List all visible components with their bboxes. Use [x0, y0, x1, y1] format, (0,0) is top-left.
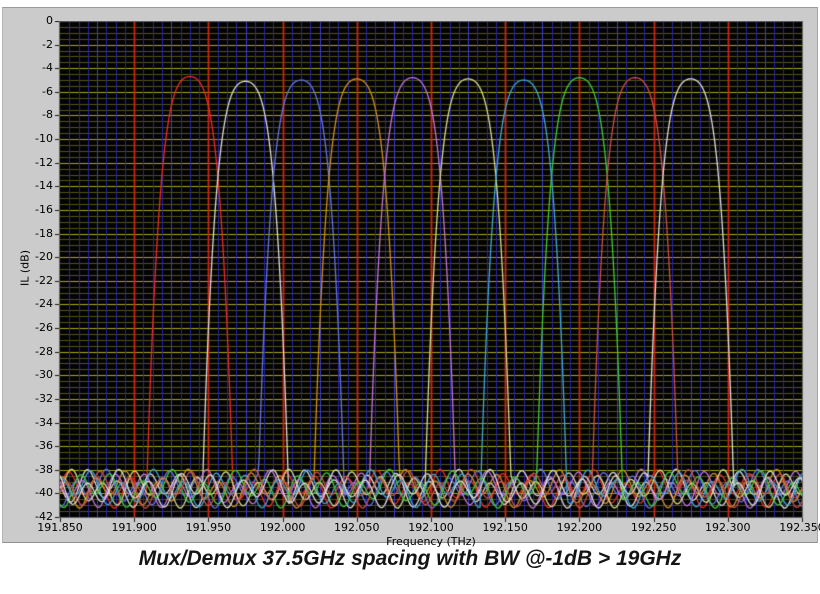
x-tick-label: 191.950 — [185, 521, 232, 534]
y-tick-label: -38 — [35, 462, 53, 476]
y-tick-label: -24 — [35, 297, 53, 311]
y-tick-label: -34 — [35, 415, 53, 429]
figure-caption: Mux/Demux 37.5GHz spacing with BW @-1dB … — [138, 547, 682, 570]
y-tick-label: -28 — [35, 344, 53, 358]
y-tick-label: -8 — [42, 108, 53, 122]
y-tick-label: 0 — [46, 14, 53, 27]
x-tick-label: 192.350 — [779, 521, 820, 534]
y-tick-label: -20 — [35, 250, 53, 264]
y-tick-label: -12 — [35, 155, 53, 169]
y-tick-label: -10 — [35, 132, 53, 146]
screenshot-root: IL (dB) 0 -2 -4 -6 -8 -10 -12 -14 -16 -18 -20 -22 -2… — [0, 0, 820, 594]
x-tick-label: 191.850 — [37, 521, 83, 534]
y-tick-label: -36 — [35, 439, 53, 453]
x-tick-label: 192.300 — [705, 521, 751, 534]
x-tick-label: 192.250 — [630, 521, 677, 534]
y-tick-label: -16 — [35, 202, 53, 216]
x-tick-label: 192.100 — [408, 521, 454, 534]
y-tick-label: -18 — [35, 226, 53, 240]
x-tick-label: 192.200 — [556, 521, 603, 534]
y-tick-label: -14 — [35, 179, 53, 193]
graph-plot-area[interactable] — [48, 21, 810, 523]
y-tick-label: -30 — [35, 368, 53, 382]
y-tick-label: -40 — [35, 486, 53, 500]
instrument-panel: IL (dB) 0 -2 -4 -6 -8 -10 -12 -14 -16 -18 -20 -22 -2… — [2, 7, 820, 548]
x-tick-label: 192.000 — [259, 521, 306, 534]
y-tick-label: -2 — [42, 37, 53, 51]
x-tick-label: 192.150 — [482, 521, 528, 534]
x-tick-label: 192.050 — [334, 521, 380, 534]
y-tick-label: -6 — [42, 84, 53, 98]
y-tick-label: -32 — [35, 391, 53, 405]
y-tick-label: -4 — [42, 61, 53, 75]
y-tick-label: -26 — [35, 321, 53, 335]
y-tick-label: -22 — [35, 273, 53, 287]
x-tick-label: 191.900 — [111, 521, 157, 534]
